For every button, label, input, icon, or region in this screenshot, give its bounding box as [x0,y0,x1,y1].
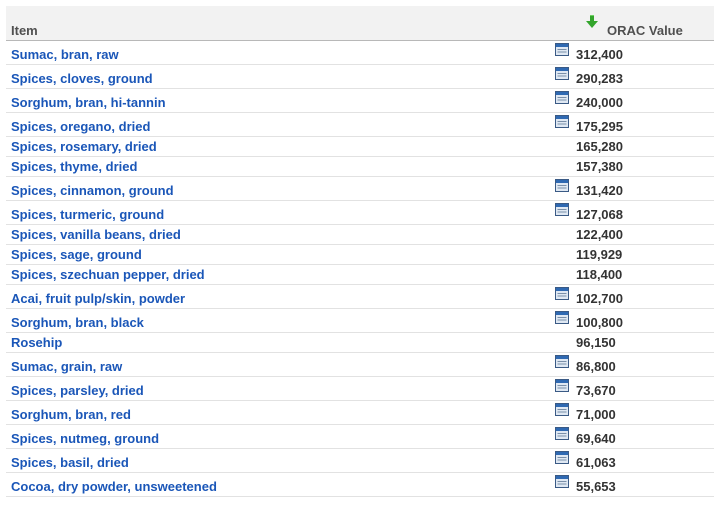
details-window-icon[interactable] [555,115,569,128]
item-link[interactable]: Spices, turmeric, ground [11,207,164,222]
orac-value: 122,400 [576,227,623,242]
orac-value: 61,063 [576,455,616,470]
table-row: Spices, nutmeg, ground 69,640 [6,425,714,449]
orac-value: 157,380 [576,159,623,174]
table-row: Spices, vanilla beans, dried 122,400 [6,225,714,245]
table-row: Cocoa, dry powder, unsweetened 55,653 [6,473,714,497]
orac-value: 165,280 [576,139,623,154]
orac-value: 102,700 [576,291,623,306]
column-header-orac-value[interactable]: ORAC Value [607,23,683,38]
orac-value: 100,800 [576,315,623,330]
table-row: Sumac, grain, raw 86,800 [6,353,714,377]
table-body: Sumac, bran, raw 312,400 Spices, cloves, g… [6,41,714,497]
table-row: Spices, cinnamon, ground 131,420 [6,177,714,201]
item-link[interactable]: Spices, cloves, ground [11,71,153,86]
details-window-icon[interactable] [555,355,569,368]
item-link[interactable]: Spices, basil, dried [11,455,129,470]
orac-value: 131,420 [576,183,623,198]
details-window-icon[interactable] [555,451,569,464]
item-link[interactable]: Acai, fruit pulp/skin, powder [11,291,185,306]
column-header-item[interactable]: Item [11,23,38,38]
orac-value: 96,150 [576,335,616,350]
details-window-icon[interactable] [555,287,569,300]
table-row: Acai, fruit pulp/skin, powder 102,700 [6,285,714,309]
orac-value: 118,400 [576,267,623,282]
item-link[interactable]: Sumac, grain, raw [11,359,122,374]
item-link[interactable]: Spices, nutmeg, ground [11,431,159,446]
details-window-icon[interactable] [555,43,569,56]
details-window-icon[interactable] [555,475,569,488]
table-row: Spices, sage, ground 119,929 [6,245,714,265]
table-row: Sorghum, bran, hi-tannin 240,000 [6,89,714,113]
item-link[interactable]: Sorghum, bran, red [11,407,131,422]
item-link[interactable]: Spices, oregano, dried [11,119,150,134]
item-link[interactable]: Sorghum, bran, hi-tannin [11,95,166,110]
table-row: Spices, oregano, dried 175,295 [6,113,714,137]
item-link[interactable]: Spices, sage, ground [11,247,142,262]
table-row: Spices, thyme, dried 157,380 [6,157,714,177]
table-row: Rosehip 96,150 [6,333,714,353]
orac-table: Item ORAC Value Sumac, bran, raw 312,400 S… [6,6,714,497]
sort-descending-arrow-icon[interactable] [585,15,599,29]
table-row: Sorghum, bran, red 71,000 [6,401,714,425]
item-link[interactable]: Cocoa, dry powder, unsweetened [11,479,217,494]
orac-value: 71,000 [576,407,616,422]
item-link[interactable]: Rosehip [11,335,62,350]
details-window-icon[interactable] [555,91,569,104]
orac-value: 290,283 [576,71,623,86]
orac-value: 240,000 [576,95,623,110]
item-link[interactable]: Spices, szechuan pepper, dried [11,267,205,282]
item-link[interactable]: Sumac, bran, raw [11,47,119,62]
table-row: Spices, cloves, ground 290,283 [6,65,714,89]
orac-value: 55,653 [576,479,616,494]
details-window-icon[interactable] [555,203,569,216]
details-window-icon[interactable] [555,67,569,80]
item-link[interactable]: Spices, thyme, dried [11,159,137,174]
details-window-icon[interactable] [555,403,569,416]
table-row: Spices, basil, dried 61,063 [6,449,714,473]
table-row: Spices, szechuan pepper, dried 118,400 [6,265,714,285]
table-row: Sumac, bran, raw 312,400 [6,41,714,65]
orac-value: 312,400 [576,47,623,62]
item-link[interactable]: Sorghum, bran, black [11,315,144,330]
orac-value: 127,068 [576,207,623,222]
details-window-icon[interactable] [555,179,569,192]
details-window-icon[interactable] [555,379,569,392]
orac-value: 86,800 [576,359,616,374]
table-header: Item ORAC Value [6,6,714,41]
orac-value: 73,670 [576,383,616,398]
table-row: Spices, rosemary, dried 165,280 [6,137,714,157]
table-row: Spices, parsley, dried 73,670 [6,377,714,401]
orac-value: 119,929 [576,247,623,262]
details-window-icon[interactable] [555,427,569,440]
table-row: Spices, turmeric, ground 127,068 [6,201,714,225]
item-link[interactable]: Spices, vanilla beans, dried [11,227,181,242]
table-row: Sorghum, bran, black 100,800 [6,309,714,333]
details-window-icon[interactable] [555,311,569,324]
orac-value: 175,295 [576,119,623,134]
orac-value: 69,640 [576,431,616,446]
item-link[interactable]: Spices, rosemary, dried [11,139,157,154]
item-link[interactable]: Spices, cinnamon, ground [11,183,174,198]
item-link[interactable]: Spices, parsley, dried [11,383,144,398]
